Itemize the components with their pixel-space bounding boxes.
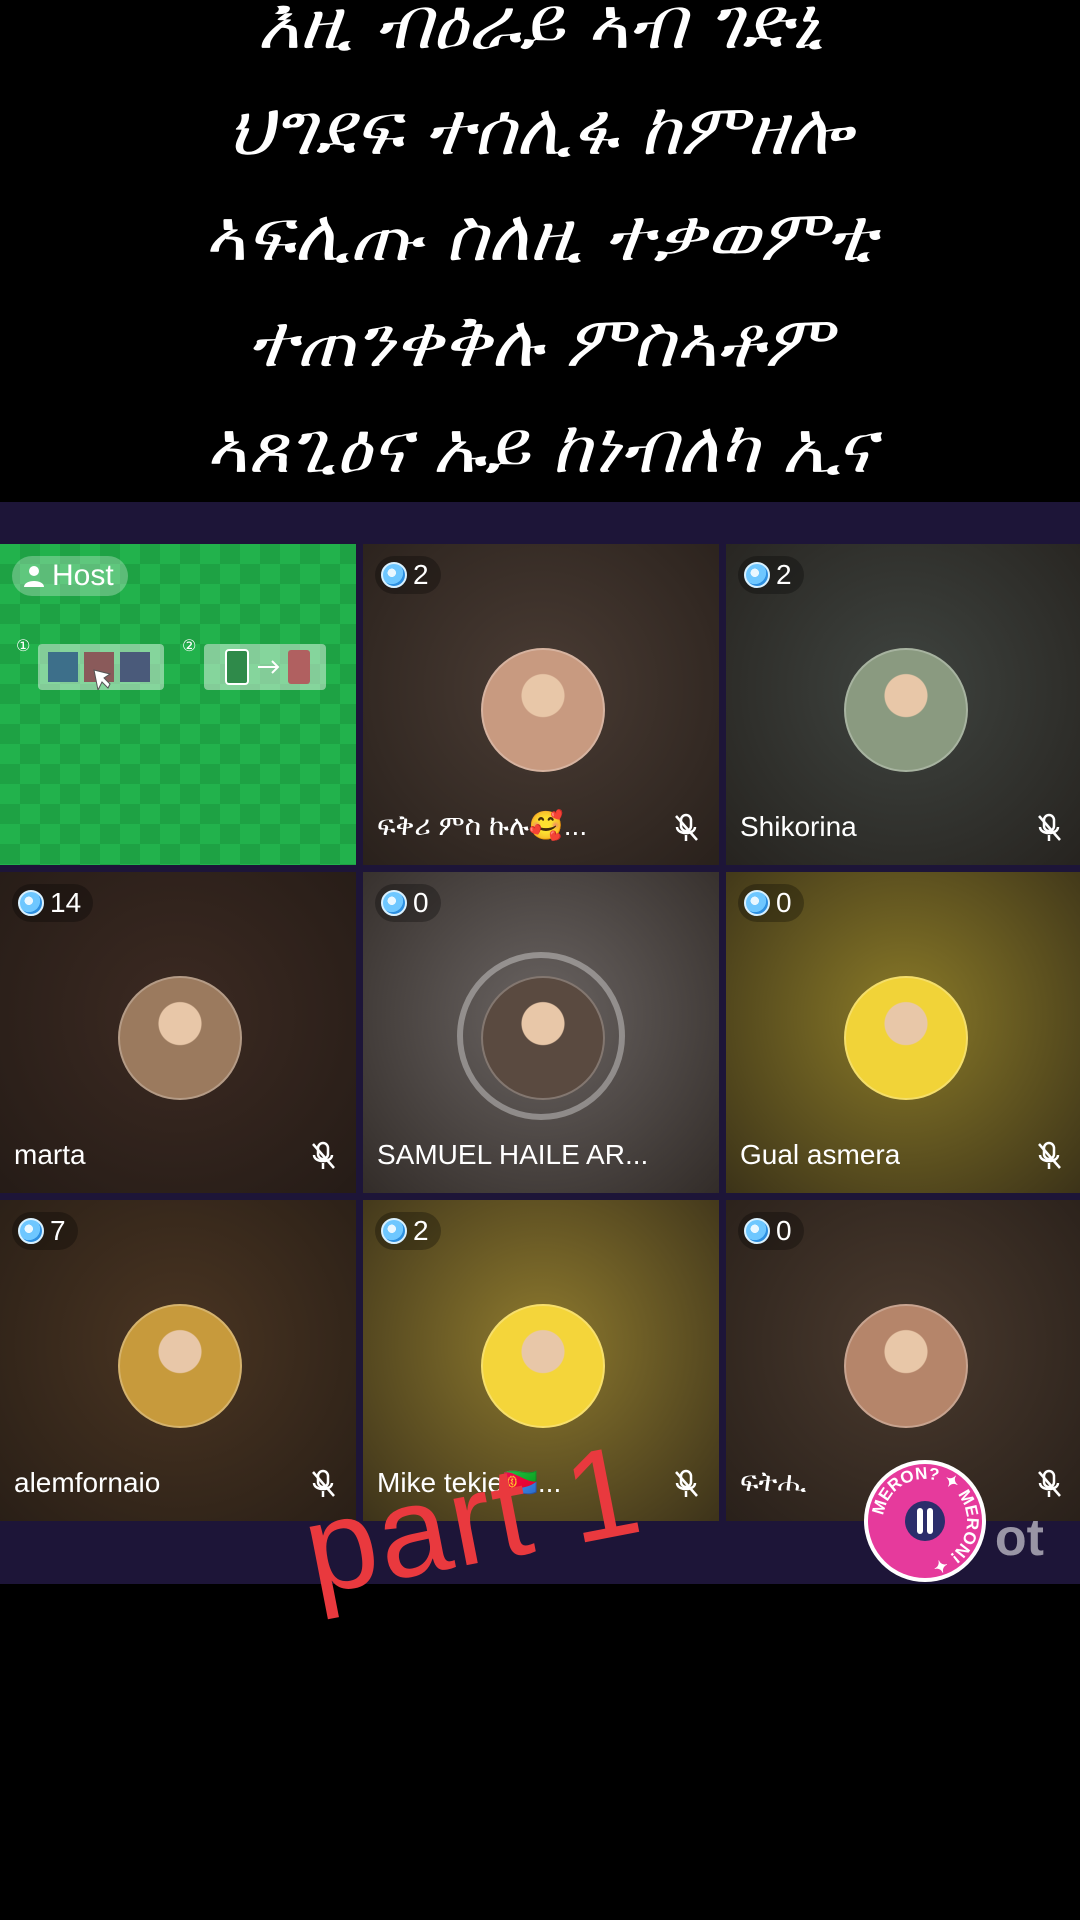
image-stack-icon (48, 652, 150, 692)
gem-icon (744, 890, 770, 916)
gem-count: 0 (776, 887, 792, 918)
caption-line: ኣጸጊዕና ኡይ ከነብለካ ኢና (205, 405, 875, 489)
mic-muted-icon (1038, 813, 1061, 841)
mic-muted-icon (312, 1141, 335, 1169)
gem-count: 0 (776, 1215, 792, 1246)
gem-count: 0 (413, 887, 429, 918)
participant-grid: Host ① ② 2 ፍቅሪ ምስ ኩሉ🥰... 2 Shikorina 14 … (0, 502, 1080, 1584)
gem-icon (744, 562, 770, 588)
participant-avatar[interactable] (481, 1304, 605, 1428)
participant-name: ፍትሒ (740, 1466, 807, 1497)
participant-tile[interactable]: 0 SAMUEL HAILE AR... (363, 872, 719, 1193)
gem-count: 14 (50, 887, 82, 918)
gem-count-badge: 2 (375, 556, 441, 594)
gem-count: 2 (776, 559, 792, 590)
phone-to-avatar-icon (225, 649, 310, 685)
gem-icon (381, 1218, 407, 1244)
caption-line: እዚ ብዕራይ ኣብ ገድኒ (257, 0, 823, 65)
participant-name: Shikorina (740, 811, 857, 842)
meron-stamp-logo: MERON? ✦ MERON! ✦ (864, 1460, 986, 1582)
gem-count: 2 (413, 559, 429, 590)
participant-tile[interactable]: 2 ፍቅሪ ምስ ኩሉ🥰... (363, 544, 719, 865)
participant-tile[interactable]: 14 marta (0, 872, 356, 1193)
gem-count-badge: 0 (738, 884, 804, 922)
person-icon (24, 566, 44, 587)
gem-icon (381, 562, 407, 588)
gem-count-badge: 7 (12, 1212, 78, 1250)
step-one-marker: ① (16, 636, 31, 655)
participant-name: alemfornaio (14, 1467, 161, 1498)
caption-line: ኣፍሊጡ ስለዚ ተቃወምቲ (204, 193, 876, 277)
gem-count-badge: 14 (12, 884, 94, 922)
caption-line: ተጠንቀቅሉ ምስኣቶም (248, 299, 832, 383)
mic-muted-icon (1038, 1469, 1061, 1497)
mic-muted-icon (1038, 1141, 1061, 1169)
participant-avatar[interactable] (844, 1304, 968, 1428)
participant-avatar[interactable] (844, 976, 968, 1100)
gem-count-badge: 0 (375, 884, 441, 922)
gem-icon (18, 890, 44, 916)
gem-count-badge: 2 (738, 556, 804, 594)
caption-line: ህግደፍ ተሰሊፋ ከምዘሎ (228, 87, 852, 171)
gem-icon (381, 890, 407, 916)
gem-count-badge: 2 (375, 1212, 441, 1250)
participant-tile[interactable]: 0 Gual asmera (726, 872, 1080, 1193)
participant-tile[interactable]: 2 Shikorina (726, 544, 1080, 865)
host-label: Host (52, 559, 114, 592)
caption-overlay: እዚ ብዕራይ ኣብ ገድኒ ህግደፍ ተሰሊፋ ከምዘሎ ኣፍሊጡ ስለዚ ተ… (0, 0, 1080, 502)
mic-muted-icon (675, 813, 698, 841)
participant-name: ፍቅሪ ምስ ኩሉ🥰... (377, 810, 588, 841)
participant-avatar[interactable] (844, 648, 968, 772)
participant-avatar[interactable] (481, 648, 605, 772)
phone-guide (204, 644, 326, 690)
gem-count-badge: 0 (738, 1212, 804, 1250)
participant-name: SAMUEL HAILE AR... (377, 1139, 649, 1170)
participant-name: marta (14, 1139, 86, 1170)
participant-name: Gual asmera (740, 1139, 901, 1170)
participant-avatar[interactable] (118, 976, 242, 1100)
gem-icon (744, 1218, 770, 1244)
mic-muted-icon (675, 1469, 698, 1497)
app-watermark: ot (994, 1509, 1044, 1567)
gem-count: 2 (413, 1215, 429, 1246)
host-badge: Host (12, 556, 128, 596)
step-two-marker: ② (182, 636, 197, 655)
gem-icon (18, 1218, 44, 1244)
gem-count: 7 (50, 1215, 66, 1246)
multi-image-guide (38, 644, 164, 692)
participant-avatar[interactable] (481, 976, 605, 1100)
video-frame: እዚ ብዕራይ ኣብ ገድኒ ህግደፍ ተሰሊፋ ከምዘሎ ኣፍሊጡ ስለዚ ተ… (0, 0, 1080, 1920)
participant-avatar[interactable] (118, 1304, 242, 1428)
participant-tile[interactable]: 7 alemfornaio (0, 1200, 356, 1521)
host-tile[interactable]: Host ① ② (0, 544, 356, 865)
